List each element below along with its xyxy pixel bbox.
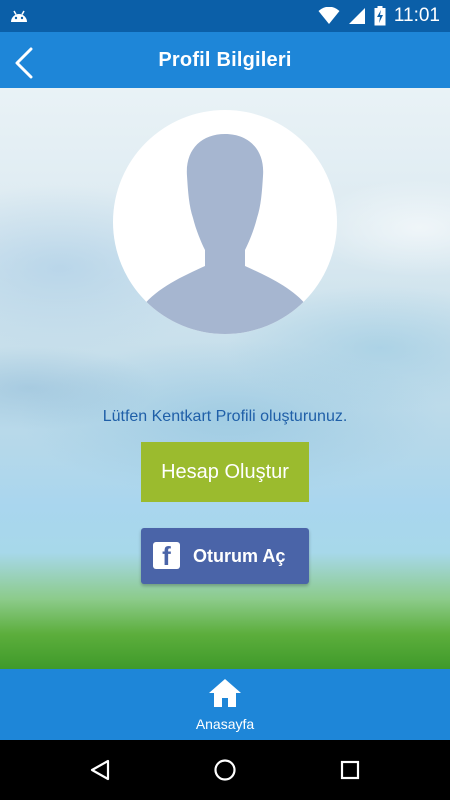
system-recents-button[interactable] [326,750,374,790]
nav-item-home[interactable]: Anasayfa [175,669,275,740]
status-bar: 11:01 [0,0,450,32]
home-circle-icon [214,759,236,781]
profile-prompt-text: Lütfen Kentkart Profili oluşturunuz. [102,408,348,425]
nav-item-home-label: Anasayfa [195,716,255,732]
android-icon [8,6,30,26]
system-back-button[interactable] [76,750,124,790]
recents-square-icon [340,760,360,780]
avatar [113,110,337,334]
back-triangle-icon [90,759,110,781]
cell-signal-icon [348,7,366,25]
status-time: 11:01 [393,5,440,26]
facebook-icon: f [153,541,180,571]
facebook-login-label: Oturum Aç [193,546,286,566]
bottom-navigation: Anasayfa [0,669,450,740]
wifi-icon [318,7,340,25]
home-icon [209,679,241,707]
page-title: Profil Bilgileri [158,49,292,71]
battery-charging-icon [374,6,386,26]
facebook-login-button[interactable]: f Oturum Aç [141,528,309,584]
create-account-button[interactable]: Hesap Oluştur [141,442,309,502]
system-navigation-bar [0,740,450,800]
system-home-button[interactable] [201,750,249,790]
app-bar: Profil Bilgileri [0,32,450,88]
profile-content: Lütfen Kentkart Profili oluşturunuz. Hes… [0,88,450,669]
person-silhouette-icon [143,134,307,334]
